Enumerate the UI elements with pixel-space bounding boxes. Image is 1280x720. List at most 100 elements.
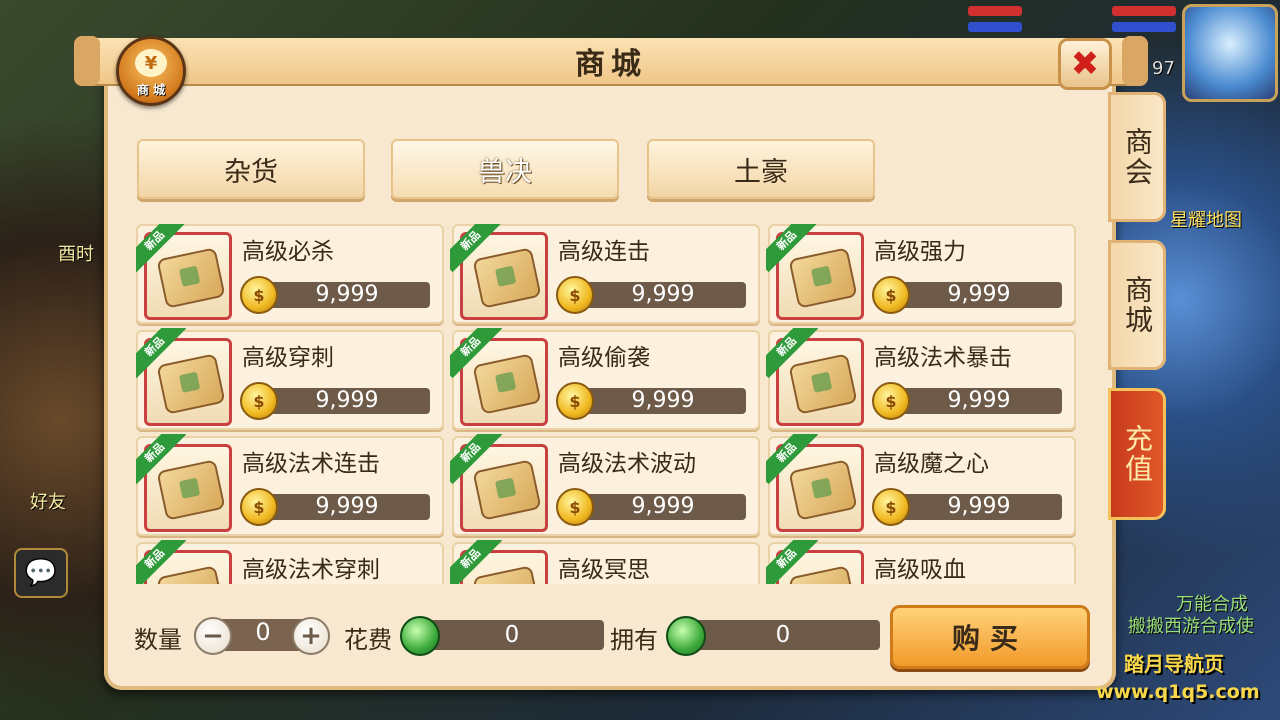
coin-icon: ¥ — [135, 49, 167, 77]
bg-text-map[interactable]: 星耀地图 — [1170, 206, 1242, 232]
watermark-url: www.q1q5.com — [1096, 681, 1260, 703]
pet-hp-bar — [1112, 6, 1176, 16]
title-bar: 商城 — [74, 36, 1148, 86]
shop-item-card[interactable]: 新品 高级法术连击 9,999 $ — [136, 434, 444, 536]
new-badge: 新品 — [136, 328, 186, 380]
new-badge-label: 新品 — [766, 224, 818, 273]
page-title: 商城 — [575, 47, 647, 82]
new-badge-label: 新品 — [136, 328, 186, 379]
new-badge: 新品 — [136, 540, 186, 584]
item-price: 9,999 — [886, 282, 1062, 308]
gold-coin-icon: $ — [556, 382, 594, 420]
side-tab-guild-shop[interactable]: 商会 — [1108, 92, 1166, 222]
item-name: 高级法术波动 — [558, 451, 696, 477]
new-badge-label: 新品 — [766, 434, 818, 485]
level-text: 97 — [1152, 58, 1175, 79]
new-badge-label: 新品 — [136, 540, 186, 584]
shop-item-card[interactable]: 新品 高级法术暴击 9,999 $ — [766, 328, 1076, 430]
new-badge-label: 新品 — [450, 434, 502, 485]
item-price: 9,999 — [254, 494, 430, 520]
item-name: 高级必杀 — [242, 239, 334, 265]
shop-item-card[interactable]: 新品 高级法术波动 9,999 $ — [450, 434, 760, 536]
new-badge-label: 新品 — [450, 328, 502, 379]
gold-coin-icon: $ — [556, 488, 594, 526]
side-tab-recharge[interactable]: 充值 — [1108, 388, 1166, 520]
side-tab-mall[interactable]: 商城 — [1108, 240, 1166, 370]
owned-label: 拥有 — [610, 626, 658, 654]
hp-bar — [968, 6, 1022, 16]
item-name: 高级偷袭 — [558, 345, 650, 371]
item-price: 9,999 — [570, 494, 746, 520]
bg-text-compose-npc[interactable]: 搬搬西游合成使 — [1128, 612, 1254, 638]
bg-text-friend[interactable]: 好友 — [30, 488, 66, 514]
jade-currency-icon-owned — [666, 616, 706, 656]
item-price: 9,999 — [886, 388, 1062, 414]
gold-coin-icon: $ — [872, 382, 910, 420]
item-name: 高级吸血 — [874, 557, 966, 583]
new-badge: 新品 — [450, 224, 502, 274]
gold-coin-icon: $ — [240, 382, 278, 420]
pet-mp-bar — [1112, 22, 1176, 32]
item-price: 9,999 — [570, 282, 746, 308]
new-badge-label: 新品 — [450, 540, 502, 584]
new-badge: 新品 — [450, 434, 502, 486]
item-grid: 新品 高级必杀 9,999 $ 新品 高级连击 9,999 $ 新品 高级强力 9,999 $ 新品 高级… — [136, 224, 1082, 584]
category-tab-tycoon[interactable]: 土豪 — [647, 139, 875, 199]
jade-currency-icon — [400, 616, 440, 656]
new-badge: 新品 — [136, 224, 186, 274]
player-avatar[interactable] — [1182, 4, 1278, 102]
new-badge-label: 新品 — [766, 328, 818, 379]
item-name: 高级连击 — [558, 239, 650, 265]
watermark-title: 踏月导航页 — [1124, 652, 1224, 676]
gold-coin-icon: $ — [872, 276, 910, 314]
close-button[interactable]: ✖ — [1058, 38, 1112, 90]
shop-item-card[interactable]: 新品 高级必杀 9,999 $ — [136, 224, 444, 324]
new-badge: 新品 — [766, 540, 818, 584]
gold-coin-icon: $ — [556, 276, 594, 314]
new-badge: 新品 — [766, 434, 818, 486]
plus-button[interactable]: + — [292, 617, 330, 655]
shop-item-card[interactable]: 新品 高级偷袭 9,999 $ — [450, 328, 760, 430]
shop-item-card[interactable]: 新品 高级强力 9,999 $ — [766, 224, 1076, 324]
buy-button[interactable]: 购买 — [890, 605, 1090, 669]
item-price: 9,999 — [254, 388, 430, 414]
item-name: 高级穿刺 — [242, 345, 334, 371]
minus-button[interactable]: − — [194, 617, 232, 655]
new-badge: 新品 — [450, 540, 502, 584]
chat-icon[interactable]: 💬 — [14, 548, 68, 598]
item-name: 高级法术穿刺 — [242, 557, 380, 583]
shop-item-card[interactable]: 新品 高级连击 9,999 $ — [450, 224, 760, 324]
item-name: 高级魔之心 — [874, 451, 989, 477]
shop-badge-label: 商 城 — [136, 83, 166, 97]
item-price: 9,999 — [254, 282, 430, 308]
shop-item-card[interactable]: 新品高级吸血$ — [766, 540, 1076, 584]
item-price: 9,999 — [886, 494, 1062, 520]
bg-text-time: 酉时 — [58, 244, 94, 265]
new-badge-label: 新品 — [136, 224, 186, 273]
new-badge: 新品 — [766, 224, 818, 274]
title-cap-left — [74, 36, 100, 86]
new-badge: 新品 — [136, 434, 186, 486]
category-tab-misc[interactable]: 杂货 — [137, 139, 365, 199]
cost-value: 0 — [420, 620, 604, 650]
item-price: 9,999 — [570, 388, 746, 414]
mp-bar — [968, 22, 1022, 32]
new-badge-label: 新品 — [450, 224, 502, 273]
shop-badge-icon: ¥ 商 城 — [116, 36, 186, 106]
item-name: 高级强力 — [874, 239, 966, 265]
item-name: 高级法术连击 — [242, 451, 380, 477]
quantity-value[interactable]: 0 — [240, 618, 286, 646]
category-tab-beast-skill[interactable]: 兽决 — [391, 139, 619, 199]
gold-coin-icon: $ — [240, 488, 278, 526]
gold-coin-icon: $ — [872, 488, 910, 526]
shop-item-card[interactable]: 新品高级法术穿刺$ — [136, 540, 444, 584]
gold-coin-icon: $ — [240, 276, 278, 314]
new-badge-label: 新品 — [766, 540, 818, 584]
quantity-label: 数量 — [134, 626, 182, 654]
owned-value: 0 — [686, 620, 880, 650]
cost-label: 花费 — [344, 626, 392, 654]
shop-item-card[interactable]: 新品 高级穿刺 9,999 $ — [136, 328, 444, 430]
item-name: 高级法术暴击 — [874, 345, 1012, 371]
shop-item-card[interactable]: 新品 高级魔之心 9,999 $ — [766, 434, 1076, 536]
shop-item-card[interactable]: 新品高级冥思$ — [450, 540, 760, 584]
